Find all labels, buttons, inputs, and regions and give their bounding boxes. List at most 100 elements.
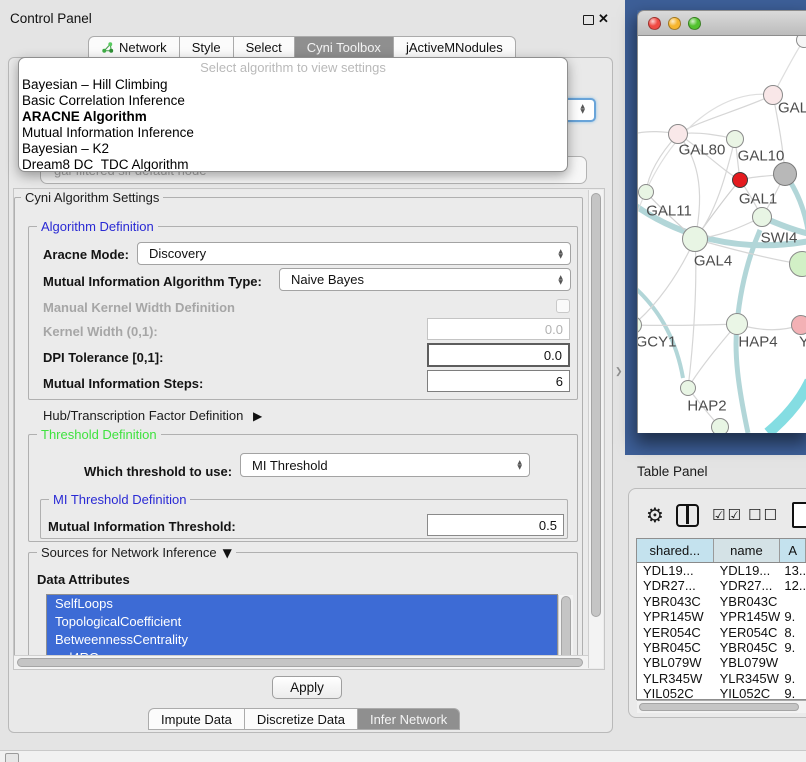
- network-node[interactable]: [791, 315, 806, 335]
- table-cell: 9.: [780, 671, 806, 686]
- network-edge[interactable]: [688, 324, 737, 388]
- network-edge[interactable]: [768, 381, 806, 433]
- network-node[interactable]: [732, 172, 748, 188]
- bottom-tabs: Impute DataDiscretize DataInfer Network: [148, 708, 460, 730]
- tab-infer-network[interactable]: Infer Network: [358, 708, 460, 730]
- mi-threshold-group-title: MI Threshold Definition: [49, 492, 190, 507]
- table-cell: YIL052C: [714, 686, 781, 700]
- mi-threshold-field[interactable]: 0.5: [427, 514, 564, 536]
- table-row[interactable]: YDL19...YDL19...13...: [637, 563, 806, 578]
- table-cell: YIL052C: [637, 686, 714, 700]
- network-canvas[interactable]: GALGAL80GAL10GAL1SWI4GAL11GAL4GCY1HAP4YH…: [637, 36, 806, 433]
- algorithm-dropdown: Select algorithm to view settings Bayesi…: [18, 57, 568, 172]
- node-label-gal4: GAL4: [694, 253, 732, 270]
- dpi-tolerance-field[interactable]: 0.0: [427, 343, 570, 367]
- table-row[interactable]: YBR045CYBR045C9.: [637, 640, 806, 655]
- attribute-item-topologicalcoefficient[interactable]: TopologicalCoefficient: [47, 613, 557, 631]
- dropdown-item-basic-correlation-inference[interactable]: Basic Correlation Inference: [19, 93, 567, 109]
- mi-type-label: Mutual Information Algorithm Type:: [43, 274, 262, 289]
- table-row[interactable]: YBR043CYBR043C: [637, 594, 806, 609]
- network-edge[interactable]: [638, 239, 695, 325]
- table-row[interactable]: YBL079WYBL079W: [637, 655, 806, 670]
- table-panel-title: Table Panel: [637, 464, 708, 479]
- dropdown-item-aracne-algorithm[interactable]: ARACNE Algorithm: [19, 109, 567, 125]
- control-panel-tabs: NetworkStyleSelect Cyni Toolbox jActiveMNo…: [88, 36, 516, 58]
- network-edge[interactable]: [638, 286, 683, 378]
- tab-style[interactable]: Style: [180, 36, 234, 58]
- network-node[interactable]: [711, 418, 729, 433]
- tab-impute-data[interactable]: Impute Data: [148, 708, 245, 730]
- manual-kernel-checkbox[interactable]: [556, 299, 570, 313]
- table-row[interactable]: YPR145WYPR145W9.: [637, 609, 806, 624]
- network-node[interactable]: [682, 226, 708, 252]
- network-node[interactable]: [680, 380, 696, 396]
- aracne-mode-combo[interactable]: Discovery ▲▼: [137, 242, 571, 265]
- unchecked-columns-icon[interactable]: ☐☐: [748, 506, 779, 524]
- table-cell: 9.: [780, 686, 806, 700]
- scrollbar-thumb[interactable]: [17, 658, 583, 667]
- dropdown-item-dream8-dc-tdc-algorithm[interactable]: Dream8 DC_TDC Algorithm: [19, 157, 567, 172]
- table-row[interactable]: YER054CYER054C8.: [637, 625, 806, 640]
- gear-icon[interactable]: ⚙: [646, 503, 664, 527]
- attribute-item-betweennesscentrality[interactable]: BetweennessCentrality: [47, 631, 557, 649]
- tab-network[interactable]: Network: [88, 36, 180, 58]
- minimized-panel-icon[interactable]: [5, 753, 19, 762]
- network-edge[interactable]: [638, 324, 737, 325]
- table-cell: YLR345W: [637, 671, 714, 686]
- tab-label: Cyni Toolbox: [307, 40, 381, 55]
- scrollbar-thumb[interactable]: [639, 703, 799, 711]
- combo-spinner-icon: ▲▼: [573, 104, 592, 114]
- close-window-icon[interactable]: [648, 17, 661, 30]
- mi-steps-field[interactable]: 6: [427, 370, 570, 392]
- table-row[interactable]: YLR345WYLR345W9.: [637, 671, 806, 686]
- tab-select[interactable]: Select: [234, 36, 295, 58]
- table-cell: 8.: [780, 625, 806, 640]
- tab-discretize-data[interactable]: Discretize Data: [245, 708, 358, 730]
- column-header-shared[interactable]: shared...: [637, 539, 714, 562]
- network-node[interactable]: [726, 130, 744, 148]
- tab-cyni-toolbox[interactable]: Cyni Toolbox: [295, 36, 394, 58]
- mi-steps-label: Mutual Information Steps:: [43, 376, 203, 391]
- node-label-gal11: GAL11: [646, 203, 692, 220]
- network-node[interactable]: [773, 162, 797, 186]
- table-cell: YER054C: [637, 625, 714, 640]
- export-table-icon[interactable]: [792, 502, 806, 528]
- network-node[interactable]: [638, 184, 654, 200]
- which-threshold-combo[interactable]: MI Threshold ▲▼: [240, 453, 530, 477]
- combo-spinner-icon: ▲▼: [510, 460, 529, 470]
- hub-definition-expander[interactable]: Hub/Transcription Factor Definition ▶: [43, 408, 262, 423]
- table-horizontal-scrollbar[interactable]: [637, 700, 806, 713]
- table-cell: YPR145W: [714, 609, 781, 624]
- dropdown-item-bayesian-k2[interactable]: Bayesian – K2: [19, 141, 567, 157]
- network-edge[interactable]: [678, 95, 773, 134]
- network-node[interactable]: [726, 313, 748, 335]
- chevron-down-icon[interactable]: ▼: [223, 546, 232, 560]
- settings-vertical-scrollbar[interactable]: [588, 190, 603, 668]
- table-row[interactable]: YDR27...YDR27...12...: [637, 578, 806, 593]
- dropdown-item-bayesian-hill-climbing[interactable]: Bayesian – Hill Climbing: [19, 77, 567, 93]
- minimize-window-icon[interactable]: [668, 17, 681, 30]
- table-cell: 13...: [780, 563, 806, 578]
- column-header-a[interactable]: A: [780, 539, 806, 562]
- dropdown-item-mutual-information-inference[interactable]: Mutual Information Inference: [19, 125, 567, 141]
- network-window-titlebar[interactable]: [637, 10, 806, 36]
- panel-divider-handle[interactable]: ❯: [615, 366, 623, 377]
- settings-horizontal-scrollbar[interactable]: [14, 655, 588, 669]
- close-panel-icon[interactable]: ✕: [598, 11, 609, 27]
- kernel-width-field[interactable]: 0.0: [427, 318, 570, 340]
- checked-columns-icon[interactable]: ☑☑: [712, 506, 743, 524]
- mi-type-combo[interactable]: Naive Bayes ▲▼: [279, 268, 571, 291]
- float-panel-icon[interactable]: [583, 15, 594, 25]
- apply-button[interactable]: Apply: [272, 676, 342, 699]
- hub-definition-label: Hub/Transcription Factor Definition: [43, 408, 243, 423]
- tab-jactivemnodules[interactable]: jActiveMNodules: [394, 36, 516, 58]
- scrollbar-thumb[interactable]: [591, 193, 601, 617]
- split-columns-icon[interactable]: [676, 504, 699, 527]
- zoom-window-icon[interactable]: [688, 17, 701, 30]
- chevron-right-icon[interactable]: ▶: [253, 409, 262, 423]
- attribute-item-selfloops[interactable]: SelfLoops: [47, 595, 557, 613]
- table-row[interactable]: YIL052CYIL052C9.: [637, 686, 806, 700]
- node-table: shared...nameA YDL19...YDL19...13...YDR2…: [636, 538, 806, 700]
- network-node[interactable]: [752, 207, 772, 227]
- column-header-name[interactable]: name: [714, 539, 781, 562]
